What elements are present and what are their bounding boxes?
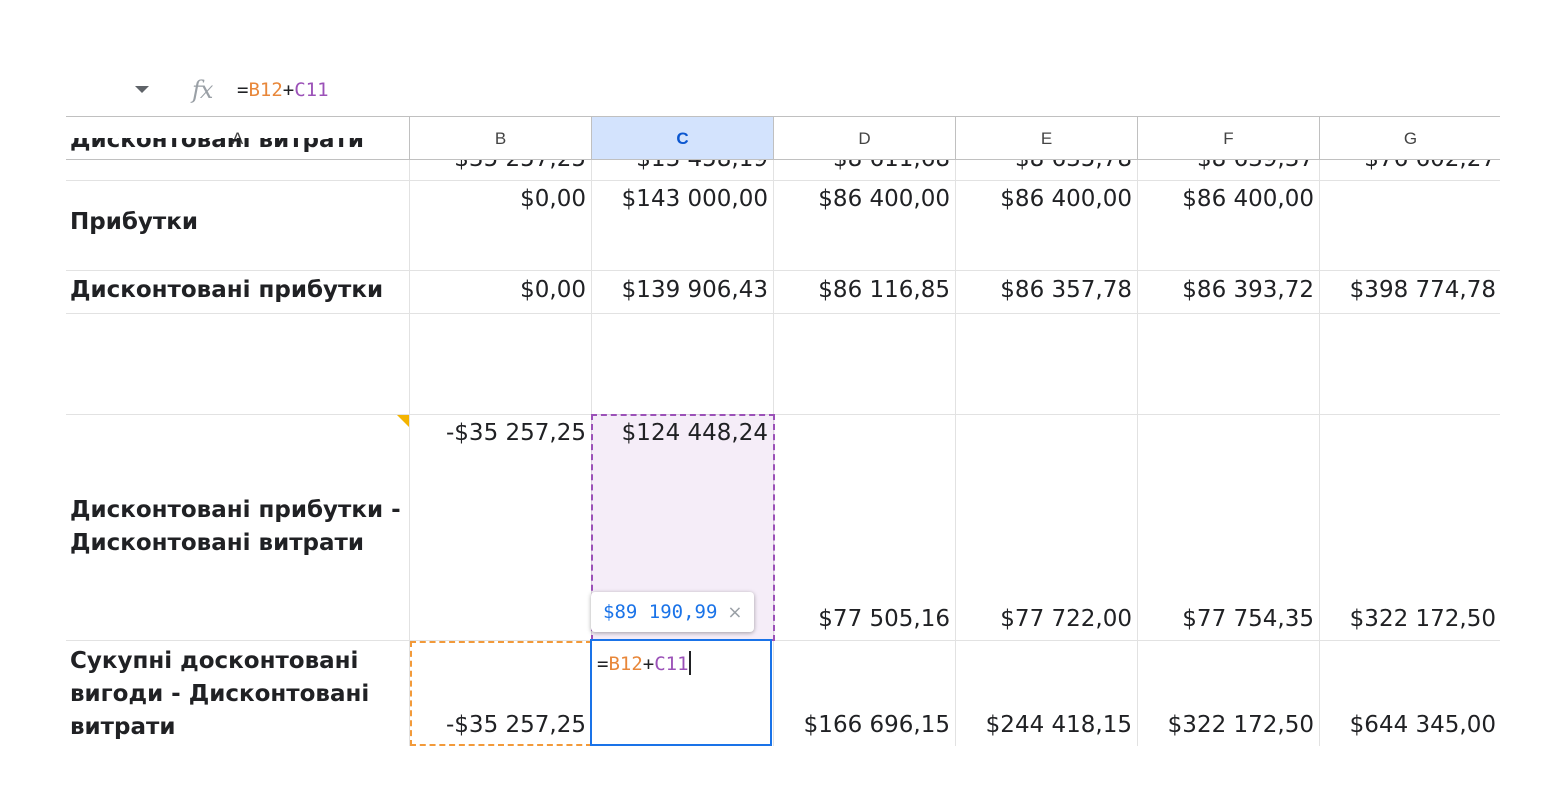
active-cell-c12[interactable]: =B12+C11 [590, 639, 772, 746]
column-header-e[interactable]: E [956, 116, 1138, 160]
cell-e-discounted-profits[interactable]: $86 357,78 [956, 277, 1138, 303]
cell-editor-input[interactable]: =B12+C11 [597, 651, 691, 675]
cell-b-cumulative[interactable]: -$35 257,25 [410, 712, 592, 738]
cell-f-discounted-profits[interactable]: $86 393,72 [1138, 277, 1320, 303]
cell-value: $8 639,37 [1138, 160, 1314, 172]
note-marker-icon[interactable] [397, 415, 409, 427]
formula-ref-b12: B12 [248, 79, 283, 101]
row-label-discounted-costs: Дисконтовані витрати [66, 138, 410, 180]
cell-f-net-discounted[interactable]: $77 754,35 [1138, 606, 1320, 632]
fx-icon: fx [192, 76, 213, 104]
gridline [66, 180, 1500, 181]
cell-e-net-discounted[interactable]: $77 722,00 [956, 606, 1138, 632]
column-header-d[interactable]: D [774, 116, 956, 160]
column-header-g[interactable]: G [1320, 116, 1500, 160]
editor-eq: = [597, 653, 609, 675]
cell-b-net-discounted[interactable]: -$35 257,25 [410, 420, 592, 446]
cell-b-discounted-costs[interactable]: $35 257,25 [410, 160, 592, 180]
gridline [66, 414, 1500, 415]
cell-value: $13 458,19 [592, 160, 768, 172]
cell-value: $8 635,78 [956, 160, 1132, 172]
cell-f-discounted-costs[interactable]: $8 639,37 [1138, 160, 1320, 180]
cell-value: $8 611,68 [774, 160, 950, 172]
editor-ref-c11: C11 [654, 653, 689, 675]
cell-b-profits[interactable]: $0,00 [410, 186, 592, 212]
cell-d-discounted-profits[interactable]: $86 116,85 [774, 277, 956, 303]
cell-c-discounted-costs[interactable]: $13 458,19 [592, 160, 774, 180]
cell-g-discounted-profits[interactable]: $398 774,78 [1320, 277, 1500, 303]
formula-eq: = [237, 79, 249, 101]
cell-e-discounted-costs[interactable]: $8 635,78 [956, 160, 1138, 180]
row-label-cumulative: Сукупні досконтовані вигоди - Дисконтова… [70, 648, 370, 740]
spreadsheet-grid: A B C D E F G Дисконтовані витрати $35 2… [66, 116, 1500, 746]
gridline [1137, 160, 1138, 746]
cell-e-profits[interactable]: $86 400,00 [956, 186, 1138, 212]
cell-d-profits[interactable]: $86 400,00 [774, 186, 956, 212]
formula-input[interactable]: =B12+C11 [237, 79, 329, 101]
cell-d-discounted-costs[interactable]: $8 611,68 [774, 160, 956, 180]
cell-c-net-discounted[interactable]: $124 448,24 [592, 420, 774, 446]
text-caret [688, 651, 691, 675]
cell-g-discounted-costs[interactable]: $76 602,27 [1320, 160, 1500, 180]
editor-op: + [642, 653, 655, 675]
cell-d-cumulative[interactable]: $166 696,15 [774, 712, 956, 738]
cell-b-discounted-profits[interactable]: $0,00 [410, 277, 592, 303]
cell-f-profits[interactable]: $86 400,00 [1138, 186, 1320, 212]
cell-c-profits[interactable]: $143 000,00 [592, 186, 774, 212]
cell-e-cumulative[interactable]: $244 418,15 [956, 712, 1138, 738]
column-header-c[interactable]: C [592, 116, 774, 160]
formula-bar: fx =B12+C11 [0, 66, 1566, 116]
cell-value: $35 257,25 [410, 160, 586, 172]
gridline [66, 270, 1500, 271]
gridline [955, 160, 956, 746]
gridline [66, 313, 1500, 314]
cell-f-cumulative[interactable]: $322 172,50 [1138, 712, 1320, 738]
row-label-discounted-profits: Дисконтовані прибутки [70, 277, 384, 303]
cell-value: $76 602,27 [1320, 160, 1496, 172]
cell-g-cumulative[interactable]: $644 345,00 [1320, 712, 1500, 738]
row-label-net-discounted: Дисконтовані прибутки - Дисконтовані вит… [70, 497, 401, 556]
cell-d-net-discounted[interactable]: $77 505,16 [774, 606, 956, 632]
preview-value: $89 190,99 [603, 601, 718, 623]
row-label-profits: Прибутки [70, 209, 198, 235]
row-label-text: Дисконтовані витрати [70, 138, 364, 153]
column-header-b[interactable]: B [410, 116, 592, 160]
cell-c-discounted-profits[interactable]: $139 906,43 [592, 277, 774, 303]
formula-ref-c11: C11 [294, 79, 329, 101]
cell-g-net-discounted[interactable]: $322 172,50 [1320, 606, 1500, 632]
gridline [1319, 160, 1320, 746]
gridline [66, 640, 1500, 641]
name-box-dropdown-icon[interactable] [135, 86, 149, 93]
column-header-f[interactable]: F [1138, 116, 1320, 160]
close-icon[interactable]: × [727, 602, 742, 623]
formula-op: + [282, 79, 295, 101]
formula-preview-tooltip: $89 190,99 × [591, 592, 755, 632]
editor-ref-b12: B12 [608, 653, 643, 675]
